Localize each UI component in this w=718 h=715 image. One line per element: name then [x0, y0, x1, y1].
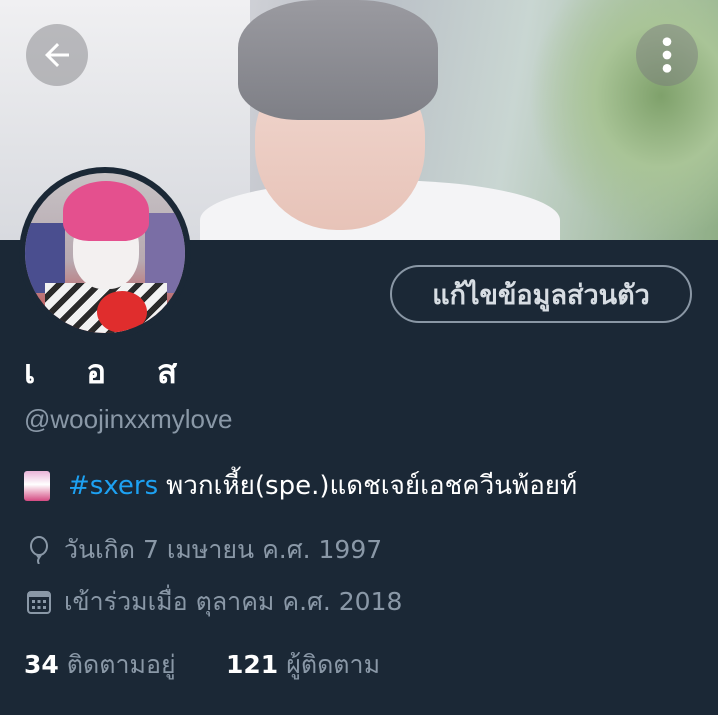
joined-row: เข้าร่วมเมื่อ ตุลาคม ค.ศ. 2018	[24, 582, 402, 622]
birthday-row: วันเกิด 7 เมษายน ค.ศ. 1997	[24, 530, 382, 570]
profile-bio: #sxers พวกเหี้ย(spe.)แดชเจย์เอชควีนพ้อยท…	[24, 465, 577, 506]
avatar[interactable]	[19, 167, 191, 339]
profile-handle: @woojinxxmylove	[24, 404, 233, 434]
back-button[interactable]	[26, 24, 88, 86]
joker-card-emoji	[24, 470, 50, 501]
following-count: 34	[24, 650, 59, 679]
bio-text: พวกเหี้ย(spe.)แดชเจย์เอชควีนพ้อยท์	[166, 471, 578, 501]
followers-count: 121	[226, 650, 279, 679]
edit-profile-button[interactable]: แก้ไขข้อมูลส่วนตัว	[390, 265, 692, 323]
following-link[interactable]: 34 ติดตามอยู่	[24, 645, 176, 685]
avatar-crowd-right	[145, 213, 185, 293]
joined-text: เข้าร่วมเมื่อ ตุลาคม ค.ศ. 2018	[64, 587, 403, 616]
birthday-text: วันเกิด 7 เมษายน ค.ศ. 1997	[64, 535, 383, 564]
followers-label: ผู้ติดตาม	[286, 650, 381, 679]
followers-link[interactable]: 121 ผู้ติดตาม	[226, 645, 380, 685]
avatar-flower	[97, 291, 147, 333]
banner-person-hair	[238, 0, 438, 120]
following-label: ติดตามอยู่	[66, 650, 176, 679]
balloon-icon	[24, 535, 54, 565]
calendar-icon	[24, 587, 54, 617]
more-vertical-icon	[662, 37, 672, 73]
bio-hashtag-link[interactable]: #sxers	[68, 471, 158, 501]
display-name: เ อ ส	[24, 352, 179, 391]
avatar-hair	[63, 181, 149, 241]
arrow-left-icon	[45, 43, 69, 67]
more-options-button[interactable]	[636, 24, 698, 86]
avatar-image	[25, 173, 185, 333]
